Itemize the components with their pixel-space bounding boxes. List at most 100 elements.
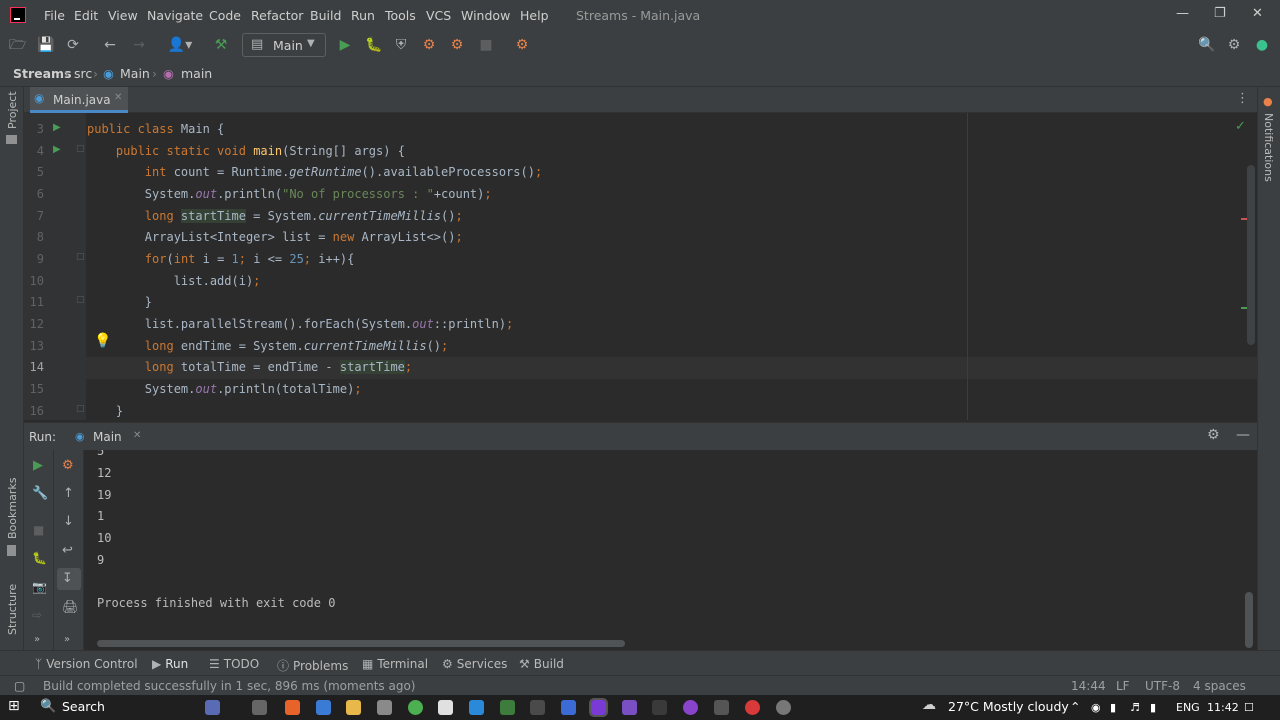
chrome-icon[interactable] bbox=[408, 700, 423, 715]
menu-help[interactable]: Help bbox=[520, 8, 549, 23]
user-dropdown-icon[interactable]: 👤▾ bbox=[166, 37, 194, 53]
editor-scrollbar[interactable] bbox=[1247, 165, 1255, 345]
notifications-tool-button[interactable]: Notifications bbox=[1262, 113, 1275, 182]
menu-window[interactable]: Window bbox=[461, 8, 510, 23]
tool-version-control[interactable]: ᛉ Version Control bbox=[35, 657, 138, 671]
copilot-icon[interactable] bbox=[205, 700, 220, 715]
line-separator[interactable]: LF bbox=[1116, 679, 1130, 693]
chevron-up-icon[interactable]: ⌃ bbox=[1070, 699, 1080, 714]
run-config-select[interactable]: ▤ Main ▼ bbox=[242, 33, 326, 57]
search-icon[interactable]: 🔍 bbox=[1198, 37, 1215, 53]
debug-icon[interactable]: 🐛 bbox=[365, 37, 382, 53]
task-view-icon[interactable] bbox=[252, 700, 267, 715]
close-run-tab-icon[interactable]: ✕ bbox=[133, 430, 141, 441]
camera-icon[interactable]: 📷 bbox=[32, 580, 47, 594]
project-tool-button[interactable]: Project bbox=[6, 91, 19, 129]
tool-services[interactable]: ⚙ Services bbox=[442, 657, 507, 671]
attach-profiler-icon[interactable]: ⚙ bbox=[514, 37, 530, 53]
more-icon[interactable]: » bbox=[34, 634, 40, 645]
indent-setting[interactable]: 4 spaces bbox=[1193, 679, 1246, 693]
app-icon[interactable] bbox=[683, 700, 698, 715]
menu-edit[interactable]: Edit bbox=[74, 8, 98, 23]
menu-code[interactable]: Code bbox=[209, 8, 241, 23]
tool-todo[interactable]: ☰ TODO bbox=[209, 657, 259, 671]
code-editor[interactable]: 3 4 5 6 7 8 9 10 11 12 13 14 15 16 ▶ ▶ □… bbox=[24, 113, 1257, 420]
open-folder-icon[interactable]: 🗁 bbox=[9, 37, 26, 53]
sync-icon[interactable]: ⟳ bbox=[65, 37, 81, 53]
rerun-icon[interactable]: ▶ bbox=[33, 458, 43, 473]
breadcrumb-method[interactable]: main bbox=[181, 66, 212, 81]
down-arrow-icon[interactable]: ↓ bbox=[63, 514, 74, 529]
breadcrumb-class[interactable]: Main bbox=[120, 66, 150, 81]
notification-center-icon[interactable]: ☐ bbox=[1244, 701, 1254, 714]
speaker-icon[interactable]: ♬ bbox=[1130, 701, 1140, 714]
run-tab-main[interactable]: Main bbox=[93, 430, 122, 444]
back-arrow-icon[interactable]: ← bbox=[102, 37, 118, 53]
build-hammer-icon[interactable]: ⚒ bbox=[213, 37, 229, 53]
menu-vcs[interactable]: VCS bbox=[426, 8, 451, 23]
run-settings-gear-icon[interactable]: ⚙ bbox=[1207, 427, 1220, 443]
fold-icon[interactable]: □ bbox=[76, 295, 85, 305]
soft-wrap-icon[interactable]: ↩ bbox=[62, 543, 73, 558]
up-arrow-icon[interactable]: ↑ bbox=[63, 486, 74, 501]
vscode-icon[interactable] bbox=[469, 700, 484, 715]
app-icon[interactable] bbox=[561, 700, 576, 715]
profiler-icon[interactable]: ⚙ bbox=[62, 458, 74, 473]
status-message[interactable]: Build completed successfully in 1 sec, 8… bbox=[43, 679, 415, 693]
minimize-icon[interactable]: — bbox=[1176, 6, 1189, 21]
tab-main-java[interactable]: ◉ Main.java ✕ bbox=[30, 87, 128, 113]
tool-run[interactable]: ▶ Run bbox=[152, 657, 188, 671]
firefox-icon[interactable] bbox=[285, 700, 300, 715]
tray-icon[interactable]: ◉ bbox=[1091, 701, 1101, 714]
taskbar-search[interactable]: Search bbox=[62, 699, 105, 714]
run-icon[interactable]: ▶ bbox=[337, 37, 353, 53]
code-with-me-icon[interactable]: ● bbox=[1254, 37, 1270, 53]
scroll-to-end-button[interactable]: ↧ bbox=[57, 568, 81, 590]
print-icon[interactable]: 🖨 bbox=[62, 600, 79, 615]
menu-tools[interactable]: Tools bbox=[385, 8, 416, 23]
visual-studio-icon[interactable] bbox=[622, 700, 637, 715]
console-horizontal-scrollbar[interactable] bbox=[97, 640, 625, 647]
app-icon[interactable] bbox=[714, 700, 729, 715]
run-gutter-icon[interactable]: ▶ bbox=[53, 144, 61, 155]
exit-icon[interactable]: ⇨ bbox=[32, 608, 42, 622]
terminal-app-icon[interactable] bbox=[500, 700, 515, 715]
maximize-icon[interactable]: ❐ bbox=[1214, 6, 1226, 21]
tool-problems[interactable]: ⓘ Problems bbox=[277, 657, 348, 674]
battery-icon[interactable]: ▮ bbox=[1150, 701, 1156, 714]
store-icon[interactable] bbox=[377, 700, 392, 715]
save-icon[interactable]: 💾 bbox=[37, 37, 54, 53]
settings-gear-icon[interactable]: ⚙ bbox=[1226, 37, 1242, 53]
app-icon[interactable] bbox=[745, 700, 760, 715]
console-vertical-scrollbar[interactable] bbox=[1245, 592, 1253, 648]
file-encoding[interactable]: UTF-8 bbox=[1145, 679, 1180, 693]
menu-navigate[interactable]: Navigate bbox=[147, 8, 203, 23]
intellij-taskbar-icon[interactable] bbox=[589, 698, 608, 717]
bookmarks-tool-button[interactable]: Bookmarks bbox=[6, 478, 19, 539]
run-with-icon[interactable]: ⚙ bbox=[449, 37, 465, 53]
language-indicator[interactable]: ENG bbox=[1176, 701, 1200, 714]
breadcrumb-src[interactable]: src bbox=[74, 66, 92, 81]
close-icon[interactable]: ✕ bbox=[1252, 6, 1263, 21]
close-tab-icon[interactable]: ✕ bbox=[114, 92, 122, 103]
weather-text[interactable]: 27°C Mostly cloudy bbox=[948, 699, 1069, 714]
search-icon[interactable]: 🔍 bbox=[40, 699, 56, 714]
more-icon[interactable]: » bbox=[64, 634, 70, 645]
menu-file[interactable]: File bbox=[44, 8, 65, 23]
hide-panel-icon[interactable]: — bbox=[1236, 427, 1250, 443]
app-icon[interactable] bbox=[316, 700, 331, 715]
app-icon[interactable] bbox=[530, 700, 545, 715]
menu-refactor[interactable]: Refactor bbox=[251, 8, 303, 23]
stop-icon[interactable]: ■ bbox=[33, 523, 44, 537]
caret-position[interactable]: 14:44 bbox=[1071, 679, 1106, 693]
file-explorer-icon[interactable] bbox=[346, 700, 361, 715]
structure-tool-button[interactable]: Structure bbox=[6, 584, 19, 635]
status-toggle-icon[interactable]: ▢ bbox=[14, 679, 25, 693]
microphone-icon[interactable]: ▮ bbox=[1110, 701, 1116, 714]
forward-arrow-icon[interactable]: → bbox=[131, 37, 147, 53]
windows-start-icon[interactable]: ⊞ bbox=[8, 698, 20, 714]
profile-icon[interactable]: ⚙ bbox=[421, 37, 437, 53]
menu-build[interactable]: Build bbox=[310, 8, 341, 23]
menu-run[interactable]: Run bbox=[351, 8, 375, 23]
tool-build[interactable]: ⚒ Build bbox=[519, 657, 564, 671]
